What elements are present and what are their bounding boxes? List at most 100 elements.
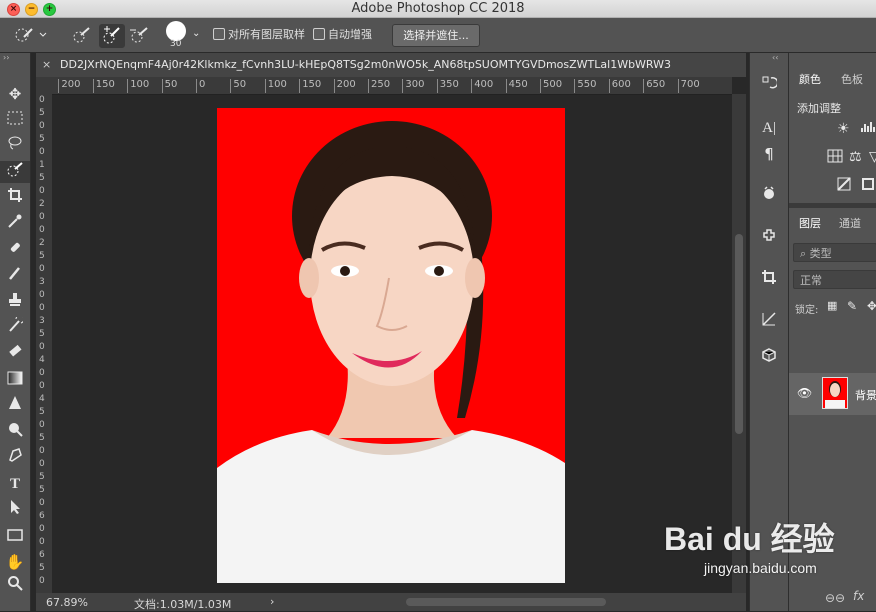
dodge-tool-icon[interactable] [0,421,30,443]
ruler-tick-label: 450 [505,79,528,93]
ruler-tick-label: 2 [39,238,45,248]
auto-enhance-label: 自动增强 [328,28,372,41]
link-layers-icon[interactable]: ⊖⊖ [825,591,845,605]
vertical-scroll-thumb[interactable] [735,234,743,434]
layer-visibility-eye-icon[interactable]: 👁 [797,386,812,400]
exposure-adjustment-icon[interactable] [827,149,843,167]
title-bar: × − + Adobe Photoshop CC 2018 [0,0,876,18]
tab-color[interactable]: 颜色 [799,71,821,87]
clone-stamp-tool-icon[interactable] [0,291,30,313]
tab-channels[interactable]: 通道 [839,215,861,231]
healing-brush-tool-icon[interactable] [0,239,30,261]
ruler-tick-label: 5 [39,472,45,482]
rectangle-tool-icon[interactable] [0,525,30,547]
ruler-tick-label: 650 [643,79,665,93]
ruler-tick-label: 5 [39,407,45,417]
lock-transparent-pixels-icon[interactable]: ▦ [827,299,837,312]
toolbar-collapse-icon[interactable]: ›› [3,53,9,62]
search-icon: ⌕ [800,247,810,260]
crop-properties-icon[interactable] [756,269,782,291]
document-tab[interactable]: × DD2JXrNQEnqmF4Aj0r42Klkmkz_fCvnh3LU-kH… [36,53,746,77]
document-size: 文档:1.03M/1.03M [134,598,232,611]
ruler-tick-label: 700 [677,79,700,93]
add-to-selection-brush-button[interactable] [99,24,125,48]
ruler-tick-label: 3 [39,277,45,287]
crop-tool-icon[interactable] [0,187,30,209]
history-brush-tool-icon[interactable] [0,314,30,339]
ruler-tick-label: 100 [264,79,287,93]
move-tool-icon[interactable]: ✥ [0,83,30,105]
subtract-from-selection-brush-icon[interactable] [128,26,150,48]
zoom-tool-icon[interactable] [0,575,30,597]
hand-tool-icon[interactable]: ✋ [0,551,30,573]
brush-picker-chevron-icon[interactable]: ⌄ [192,28,200,39]
brightness-adjustment-icon[interactable]: ☀ [837,121,850,137]
sample-all-layers-checkbox[interactable] [213,28,225,40]
brush-tool-icon[interactable] [0,265,30,287]
lock-position-icon[interactable]: ✥ [867,299,876,313]
type-tool-icon[interactable]: T [0,473,30,495]
3d-panel-icon[interactable] [756,347,782,369]
blend-mode-select[interactable]: 正常 [793,270,876,289]
pen-tool-icon[interactable] [0,447,30,469]
ruler-tick-label: 200 [333,79,356,93]
blur-tool-icon[interactable] [0,395,30,417]
layer-filter-kind[interactable]: ⌕ 类型 [793,243,876,262]
vibrance-adjustment-icon[interactable]: ▽ [869,149,876,165]
gradient-tool-icon[interactable] [0,369,30,391]
tab-layers[interactable]: 图层 [799,215,821,231]
new-selection-brush-icon[interactable] [72,26,92,48]
gradient-map-adjustment-icon[interactable] [861,177,875,195]
quick-selection-preset-icon[interactable] [14,25,48,49]
auto-enhance-checkbox[interactable] [313,28,325,40]
photo-filter-adjustment-icon[interactable] [837,177,851,195]
layer-style-fx-button[interactable]: fx [853,589,864,603]
vertical-ruler[interactable]: 0 5 0 5 0 1 5 0 2 0 0 2 5 0 3 0 0 3 5 0 4 0 0 4 5 0 5 0 0 5 5 0 6 0 0 6 5 0 [36,94,53,594]
lock-label: 锁定: [795,305,819,316]
eyedropper-tool-icon[interactable] [0,213,30,235]
adjustments-title: 添加调整 [797,102,841,115]
ruler-tick-label: 2 [39,199,45,209]
ruler-tick-label: 0 [39,381,45,391]
character-panel-icon[interactable]: A| [756,117,782,139]
paragraph-panel-icon[interactable]: ¶ [756,143,782,165]
ruler-tick-label: 50 [230,79,246,93]
layer-row-background[interactable]: 👁 背景 [789,373,876,415]
lock-image-pixels-icon[interactable]: ✎ [847,299,857,313]
tab-swatches[interactable]: 色板 [841,71,863,87]
ruler-tick-label: 0 [39,498,45,508]
color-balance-adjustment-icon[interactable]: ⚖ [849,149,862,165]
status-menu-arrow[interactable]: › [270,595,274,608]
panel-separator [789,203,876,208]
ruler-tick-label: 5 [39,329,45,339]
portrait-photo[interactable] [217,108,565,583]
panel-collapse-icon[interactable]: ‹‹ [772,53,778,62]
close-tab-icon[interactable]: × [42,53,51,77]
eraser-tool-icon[interactable] [0,343,30,365]
horizontal-scroll-thumb[interactable] [406,598,606,606]
plugins-panel-icon[interactable] [756,227,782,249]
ruler-tick-label: 0 [39,95,45,105]
ruler-tick-label: 500 [540,79,562,93]
ruler-tick-label: 300 [402,79,424,93]
sample-all-layers-label: 对所有图层取样 [228,28,305,41]
quick-selection-tool-icon[interactable] [0,161,30,183]
ruler-tick-label: 5 [39,433,45,443]
history-panel-icon[interactable] [756,75,782,97]
brush-size-preview[interactable] [166,21,186,41]
horizontal-ruler[interactable]: 2502001501005005010015020025030035040045… [52,77,732,95]
ruler-tick-label: 0 [39,147,45,157]
path-selection-tool-icon[interactable] [0,499,30,521]
levels-adjustment-icon[interactable] [861,119,876,137]
layer-thumbnail [822,377,848,409]
lasso-tool-icon[interactable] [0,135,30,157]
select-and-mask-button[interactable]: 选择并遮住... [392,24,480,47]
zoom-level[interactable]: 67.89% [46,596,88,609]
ruler-tick-label: 50 [161,79,177,93]
marquee-tool-icon[interactable] [0,109,30,131]
libraries-panel-icon[interactable] [756,185,782,207]
ruler-tick-label: 5 [39,485,45,495]
document-title: DD2JXrNQEnqmF4Aj0r42Klkmkz_fCvnh3LU-kHEp… [60,58,672,71]
measurement-panel-icon[interactable] [756,311,782,333]
baidu-url: jingyan.baidu.com [704,560,817,576]
